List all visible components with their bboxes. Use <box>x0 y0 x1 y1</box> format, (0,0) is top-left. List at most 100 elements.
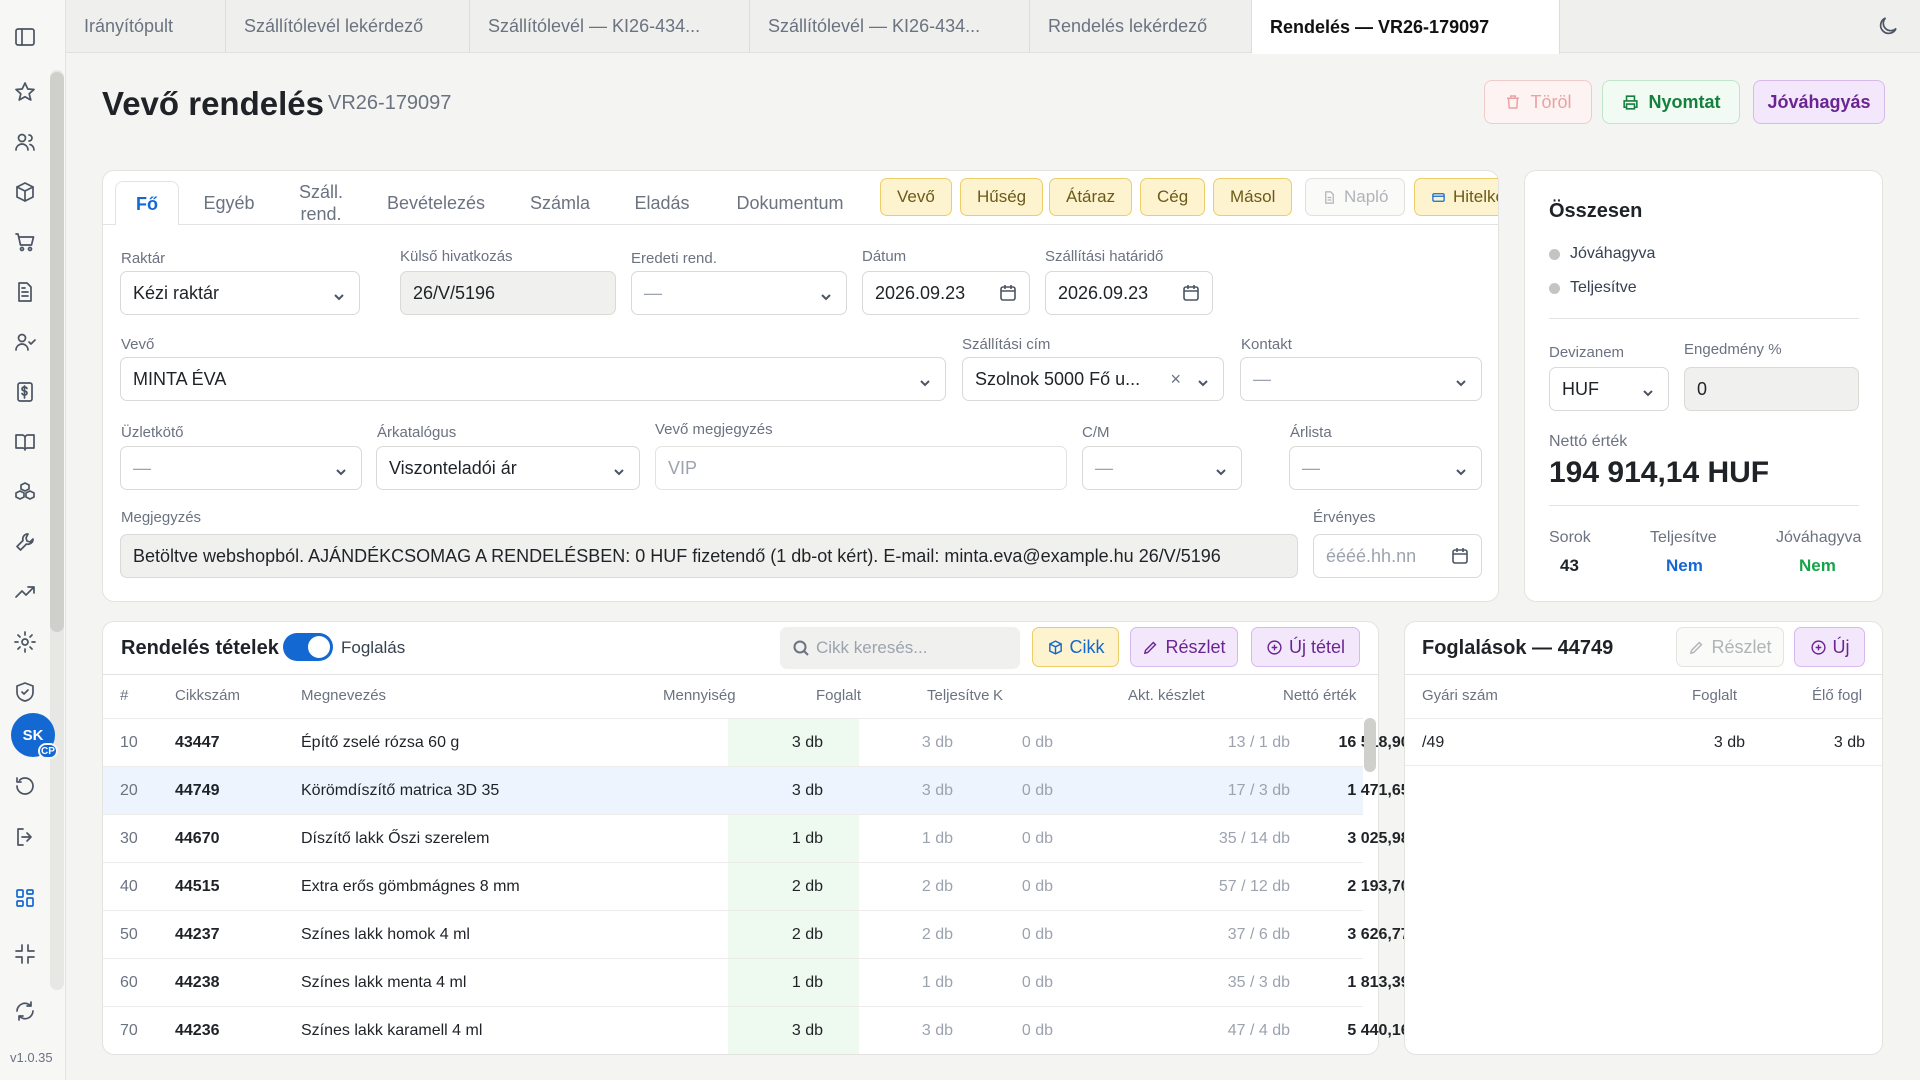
tab-szall-rend[interactable]: Száll. rend. <box>283 181 359 225</box>
logout-icon[interactable] <box>12 824 38 850</box>
vevo-megj-input[interactable]: VIP <box>655 446 1067 490</box>
new-item-button[interactable]: Új tétel <box>1251 627 1360 667</box>
shield-check-icon[interactable] <box>12 679 38 705</box>
szallcim-label: Szállítási cím <box>962 336 1051 353</box>
table-row[interactable]: 40 44515 Extra erős gömbmágnes 8 mm 2 db 2 d… <box>103 862 1447 910</box>
ceg-button[interactable]: Cég <box>1140 178 1206 216</box>
calendar-icon[interactable] <box>1182 284 1200 302</box>
print-button[interactable]: Nyomtat <box>1602 80 1740 124</box>
rows-value: 43 <box>1560 556 1579 575</box>
sidebar-toggle-icon[interactable] <box>12 24 38 50</box>
gear-icon[interactable] <box>12 629 38 655</box>
wrench-icon[interactable] <box>12 529 38 555</box>
naplo-button[interactable]: Napló <box>1305 178 1406 216</box>
foglalas-label: Foglalás <box>341 638 406 657</box>
eredeti-select[interactable]: — <box>631 271 847 315</box>
res-reszlet-button[interactable]: Részlet <box>1676 627 1784 667</box>
vevo-button[interactable]: Vevő <box>880 178 952 216</box>
cikk-button[interactable]: Cikk <box>1032 627 1119 667</box>
tab-eladas[interactable]: Eladás <box>618 181 706 225</box>
res-new-button[interactable]: Új <box>1794 627 1865 667</box>
tab-dokumentum[interactable]: Dokumentum <box>720 181 860 225</box>
refresh-icon[interactable] <box>12 998 38 1024</box>
tab-bevetelezes[interactable]: Bevételezés <box>374 181 498 225</box>
vevo-select[interactable]: MINTA ÉVA <box>120 357 946 401</box>
box-icon[interactable] <box>12 179 38 205</box>
user-check-icon[interactable] <box>12 329 38 355</box>
table-row[interactable]: 50 44237 Színes lakk homok 4 ml 2 db 2 db 0 d… <box>103 910 1447 958</box>
minimize-icon[interactable] <box>12 941 38 967</box>
approve-button[interactable]: Jóváhagyás <box>1753 80 1885 124</box>
datum-field[interactable]: 2026.09.23 <box>862 271 1030 315</box>
items-scrollbar-thumb[interactable] <box>1364 718 1376 772</box>
arkatalogus-select[interactable]: Viszonteladói ár <box>376 446 640 490</box>
table-row[interactable]: 10 43447 Építő zselé rózsa 60 g 3 db 3 db 0 d… <box>103 718 1447 766</box>
app-version: v1.0.35 <box>10 1050 53 1065</box>
fulfilled-label: Teljesítve <box>1570 279 1637 296</box>
uzletkoto-value: — <box>133 457 151 478</box>
kulso-field[interactable]: 26/V/5196 <box>400 271 616 315</box>
cell-qty: 1 db <box>791 830 823 847</box>
pencil-icon <box>1144 641 1157 654</box>
arlista-select[interactable]: — <box>1289 446 1482 490</box>
ervenyes-field[interactable]: éééé.hh.nn <box>1313 534 1482 578</box>
res-table-row[interactable]: /49 3 db 3 db <box>1405 718 1882 766</box>
tab-delivery-1[interactable]: Szállítólevél — KI26-434... <box>470 0 750 53</box>
table-row[interactable]: 30 44670 Díszítő lakk Őszi szerelem 1 db 1 d… <box>103 814 1447 862</box>
cell-done: 0 db <box>1021 926 1053 943</box>
book-icon[interactable] <box>12 429 38 455</box>
tab-egyeb[interactable]: Egyéb <box>190 181 268 225</box>
ataraz-button[interactable]: Átáraz <box>1049 178 1133 216</box>
cell-qty: 3 db <box>791 782 823 799</box>
item-search-input[interactable]: Cikk keresés... <box>780 627 1020 669</box>
history-icon[interactable] <box>12 773 38 799</box>
hitelkeret-button[interactable]: Hitelke <box>1414 178 1498 216</box>
calendar-icon[interactable] <box>999 284 1017 302</box>
chevron-down-icon <box>919 373 931 387</box>
table-row[interactable]: 20 44749 Körömdíszítő matrica 3D 35 3 db 3 d… <box>103 766 1447 814</box>
kontakt-select[interactable]: — <box>1240 357 1482 401</box>
col-net: Nettó érték <box>1283 687 1357 704</box>
tab-delivery-query[interactable]: Szállítólevél lekérdező <box>226 0 470 53</box>
users-icon[interactable] <box>12 129 38 155</box>
sidebar-scrollbar-thumb[interactable] <box>50 72 64 632</box>
col-name: Megnevezés <box>301 687 387 704</box>
tab-order-query[interactable]: Rendelés lekérdező <box>1030 0 1252 53</box>
dashboard-grid-icon[interactable] <box>12 885 38 911</box>
masol-button[interactable]: Másol <box>1213 178 1293 216</box>
szallcim-select[interactable]: Szolnok 5000 Fő u... × <box>962 357 1224 401</box>
reszlet-button[interactable]: Részlet <box>1130 627 1238 667</box>
moon-icon[interactable] <box>1876 14 1902 40</box>
discount-field[interactable]: 0 <box>1684 367 1859 411</box>
table-row[interactable]: 60 44238 Színes lakk menta 4 ml 1 db 1 db 0 d… <box>103 958 1447 1006</box>
table-row[interactable]: 70 44236 Színes lakk karamell 4 ml 3 db 3 db… <box>103 1006 1447 1054</box>
res-col-live: Élő fogl <box>1812 687 1863 704</box>
invoice-icon[interactable] <box>12 379 38 405</box>
tab-dashboard[interactable]: Irányítópult <box>66 0 226 53</box>
currency-select[interactable]: HUF <box>1549 367 1669 411</box>
megjegyzes-field[interactable]: Betöltve webshopból. AJÁNDÉKCSOMAG A REN… <box>120 534 1298 578</box>
foglalas-toggle[interactable] <box>283 633 333 661</box>
szallcim-value: Szolnok 5000 Fő u... <box>975 368 1141 389</box>
cell-res: 3 db <box>921 782 953 799</box>
trending-up-icon[interactable] <box>12 579 38 605</box>
chevron-down-icon <box>1455 462 1467 476</box>
raktar-select[interactable]: Kézi raktár <box>120 271 360 315</box>
tab-szamla[interactable]: Számla <box>514 181 606 225</box>
cart-icon[interactable] <box>12 229 38 255</box>
cm-select[interactable]: — <box>1082 446 1242 490</box>
clear-icon[interactable]: × <box>1170 369 1181 390</box>
tab-delivery-2[interactable]: Szállítólevél — KI26-434... <box>750 0 1030 53</box>
tab-fo[interactable]: Fő <box>115 181 179 225</box>
hatarido-field[interactable]: 2026.09.23 <box>1045 271 1213 315</box>
huseg-button[interactable]: Hűség <box>960 178 1044 216</box>
cell-qty: 3 db <box>791 1022 823 1039</box>
tab-order-active[interactable]: Rendelés — VR26-179097 <box>1252 0 1560 54</box>
calendar-icon[interactable] <box>1451 547 1469 565</box>
uzletkoto-select[interactable]: — <box>120 446 362 490</box>
boxes-icon[interactable] <box>12 479 38 505</box>
delete-button[interactable]: Töröl <box>1484 80 1592 124</box>
cell-no: 60 <box>120 974 138 991</box>
document-icon[interactable] <box>12 279 38 305</box>
star-icon[interactable] <box>12 79 38 105</box>
